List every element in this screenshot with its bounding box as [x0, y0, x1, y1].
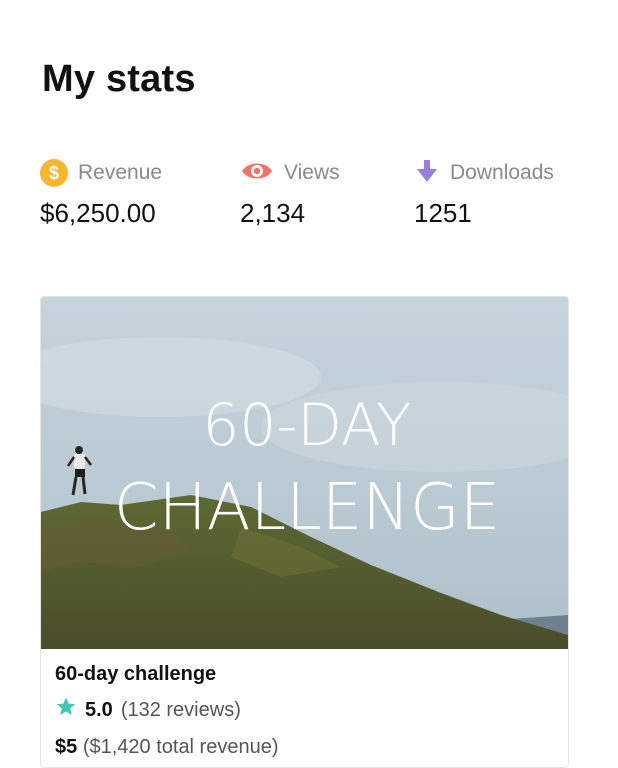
stat-views-value: 2,134 [240, 198, 306, 228]
stat-views-label: Views [284, 161, 340, 184]
stat-downloads-value: 1251 [414, 198, 472, 228]
cover-title-line2: CHALLENGE [114, 471, 500, 545]
stat-downloads: Downloads 1251 [414, 158, 554, 229]
product-card[interactable]: 60-DAY CHALLENGE 60-day challenge 5.0 (1… [40, 296, 569, 768]
stat-revenue: $ Revenue $6,250.00 [40, 158, 162, 229]
stat-revenue-label: Revenue [78, 161, 163, 184]
product-info: 60-day challenge 5.0 (132 reviews) $5 ($… [41, 649, 568, 759]
product-rating: 5.0 (132 reviews) [55, 696, 554, 724]
page-title: My stats [42, 58, 196, 100]
stat-views: Views 2,134 [240, 158, 340, 229]
dollar-coin-icon: $ [40, 159, 68, 187]
product-price-row: $5 ($1,420 total revenue) [55, 736, 554, 759]
product-title[interactable]: 60-day challenge [55, 663, 554, 686]
product-price: $5 [55, 736, 78, 758]
rating-score: 5.0 [85, 698, 113, 721]
review-count: (132 reviews) [120, 698, 241, 721]
eye-icon [240, 158, 274, 189]
stat-downloads-label: Downloads [450, 161, 554, 184]
product-cover-image: 60-DAY CHALLENGE [41, 297, 568, 649]
cover-title-line1: 60-DAY [203, 391, 412, 459]
stat-revenue-value: $6,250.00 [40, 198, 156, 228]
star-icon [55, 696, 77, 724]
total-revenue-note: ($1,420 total revenue) [82, 736, 279, 758]
stats-row: $ Revenue $6,250.00 Views 2,134 Download… [40, 158, 580, 238]
download-arrow-icon [414, 158, 440, 189]
